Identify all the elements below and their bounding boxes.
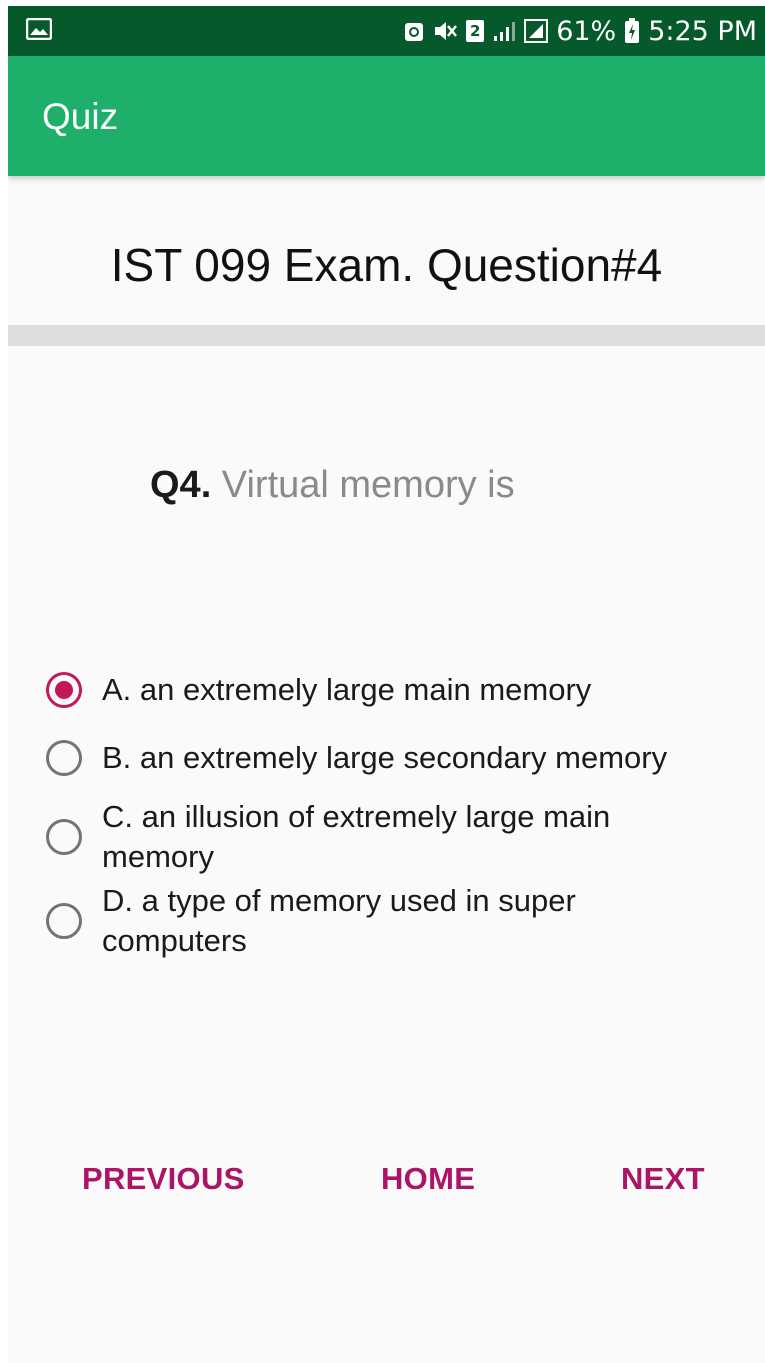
app-title: Quiz [42,96,119,137]
radio-d[interactable] [46,903,82,939]
next-button[interactable]: NEXT [621,1161,705,1197]
status-time: 5:25 PM [648,15,757,47]
option-b[interactable]: B. an extremely large secondary memory [46,738,702,778]
option-d-label: D. a type of memory used in super comput… [102,883,576,958]
recycle-icon [404,20,424,42]
status-icons: 2 61% 5:25 PM [404,14,757,48]
status-bar: 2 61% 5:25 PM [8,6,765,56]
signal-icon [492,20,516,42]
option-a[interactable]: A. an extremely large main memory [46,670,702,710]
radio-a[interactable] [46,672,82,708]
battery-icon [624,18,640,44]
option-b-label: B. an extremely large secondary memory [102,740,668,775]
option-c[interactable]: C. an illusion of extremely large main m… [46,797,702,877]
divider [8,325,765,346]
mute-icon [432,19,458,43]
question-text: Virtual memory is [211,464,515,506]
previous-button[interactable]: PREVIOUS [82,1161,245,1197]
screen: 2 61% 5:25 PM Quiz IST 099 Exam. Questio… [8,6,765,1363]
question-number: Q4. [150,464,212,506]
question: Q4. Virtual memory is [150,464,515,507]
app-bar: Quiz [8,56,765,176]
home-button[interactable]: HOME [381,1161,475,1197]
option-c-label: C. an illusion of extremely large main m… [102,799,611,874]
option-d[interactable]: D. a type of memory used in super comput… [46,881,702,961]
battery-percent: 61% [556,15,617,47]
image-icon [25,17,53,45]
exam-title: IST 099 Exam. Question#4 [110,239,663,291]
data-signal-icon [524,19,549,43]
sim-icon: 2 [466,20,485,42]
radio-c[interactable] [46,819,82,855]
option-a-label: A. an extremely large main memory [102,672,592,707]
radio-b[interactable] [46,740,82,776]
